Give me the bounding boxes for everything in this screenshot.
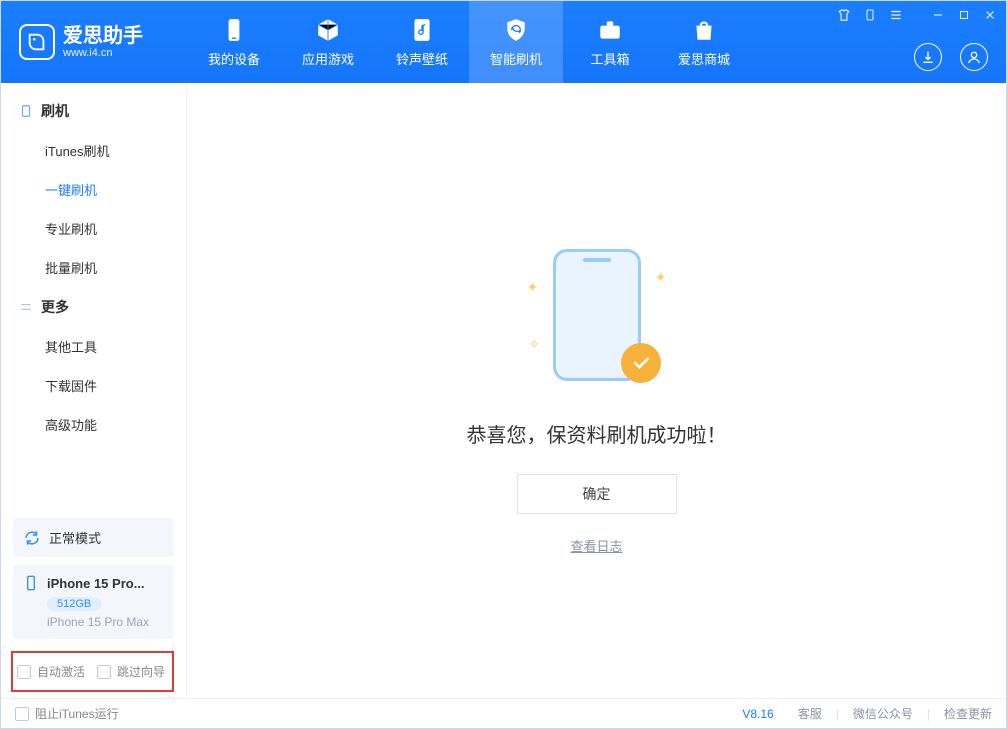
sidebar-item-pro-flash[interactable]: 专业刷机 [1, 209, 186, 248]
auto-activate-checkbox[interactable]: 自动激活 [17, 663, 85, 680]
refresh-shield-icon [503, 17, 529, 43]
status-bar: 阻止iTunes运行 V8.16 客服 | 微信公众号 | 检查更新 [1, 698, 1006, 728]
sidebar-item-other-tools[interactable]: 其他工具 [1, 327, 186, 366]
device-model: iPhone 15 Pro Max [47, 615, 164, 629]
sparkle-icon: ✧ [529, 336, 541, 353]
footer-link-support[interactable]: 客服 [798, 705, 822, 722]
body: 刷机 iTunes刷机 一键刷机 专业刷机 批量刷机 更多 其他工具 下载固件 … [1, 83, 1006, 698]
refresh-icon [23, 529, 41, 547]
device-mode-card[interactable]: 正常模式 [13, 518, 174, 557]
close-icon[interactable] [982, 7, 998, 23]
sidebar-item-download-firmware[interactable]: 下载固件 [1, 366, 186, 405]
nav-store[interactable]: 爱思商城 [657, 1, 751, 83]
view-log-link[interactable]: 查看日志 [570, 536, 622, 555]
sidebar-item-itunes-flash[interactable]: iTunes刷机 [1, 131, 186, 170]
nav-device[interactable]: 我的设备 [187, 1, 281, 83]
sidebar-group-more[interactable]: 更多 [1, 287, 186, 327]
sidebar: 刷机 iTunes刷机 一键刷机 专业刷机 批量刷机 更多 其他工具 下载固件 … [1, 83, 187, 698]
menu-icon[interactable] [888, 7, 904, 23]
footer-link-wechat[interactable]: 微信公众号 [853, 705, 913, 722]
phone-icon [23, 575, 39, 591]
nav-flash[interactable]: 智能刷机 [469, 1, 563, 83]
main-content: ✦ ✦ ✧ 恭喜您，保资料刷机成功啦！ 确定 查看日志 [187, 83, 1006, 698]
mobile-icon[interactable] [862, 7, 878, 23]
ok-button[interactable]: 确定 [517, 474, 677, 514]
more-icon [19, 300, 33, 314]
app-url: www.i4.cn [63, 48, 143, 59]
logo: 爱思助手 www.i4.cn [1, 24, 187, 60]
cube-icon [315, 17, 341, 43]
logo-icon [19, 24, 55, 60]
top-nav: 我的设备 应用游戏 铃声壁纸 智能刷机 工具箱 爱思商城 [187, 1, 751, 83]
footer-link-update[interactable]: 检查更新 [944, 705, 992, 722]
maximize-icon[interactable] [956, 7, 972, 23]
music-file-icon [409, 17, 435, 43]
device-card[interactable]: iPhone 15 Pro... 512GB iPhone 15 Pro Max [13, 565, 174, 639]
success-message: 恭喜您，保资料刷机成功啦！ [467, 419, 727, 448]
nav-toolbox[interactable]: 工具箱 [563, 1, 657, 83]
sidebar-group-flash[interactable]: 刷机 [1, 91, 186, 131]
download-icon[interactable] [914, 43, 942, 71]
minimize-icon[interactable] [930, 7, 946, 23]
device-name: iPhone 15 Pro... [47, 576, 145, 591]
bag-icon [691, 17, 717, 43]
flash-options-highlight: 自动激活 跳过向导 [11, 651, 174, 692]
sparkle-icon: ✦ [527, 279, 539, 296]
version-label: V8.16 [742, 707, 773, 721]
sidebar-item-one-click-flash[interactable]: 一键刷机 [1, 170, 186, 209]
user-icon[interactable] [960, 43, 988, 71]
app-title: 爱思助手 [63, 26, 143, 46]
sidebar-item-advanced[interactable]: 高级功能 [1, 405, 186, 444]
checkbox-icon [97, 665, 111, 679]
device-capacity: 512GB [47, 597, 101, 611]
briefcase-icon [597, 17, 623, 43]
sidebar-item-batch-flash[interactable]: 批量刷机 [1, 248, 186, 287]
checkbox-icon [17, 665, 31, 679]
skin-icon[interactable] [836, 7, 852, 23]
checkbox-icon [15, 707, 29, 721]
tablet-icon [19, 104, 33, 118]
check-badge-icon [621, 343, 661, 383]
window-controls [836, 7, 998, 23]
header-actions [914, 43, 988, 71]
nav-ringtone[interactable]: 铃声壁纸 [375, 1, 469, 83]
success-illustration: ✦ ✦ ✧ [527, 243, 667, 393]
header: 爱思助手 www.i4.cn 我的设备 应用游戏 铃声壁纸 智能刷机 [1, 1, 1006, 83]
app-window: 爱思助手 www.i4.cn 我的设备 应用游戏 铃声壁纸 智能刷机 [0, 0, 1007, 729]
skip-wizard-checkbox[interactable]: 跳过向导 [97, 663, 165, 680]
phone-icon [221, 17, 247, 43]
block-itunes-checkbox[interactable]: 阻止iTunes运行 [15, 705, 119, 722]
sparkle-icon: ✦ [655, 269, 667, 286]
device-mode-label: 正常模式 [49, 528, 101, 547]
nav-apps[interactable]: 应用游戏 [281, 1, 375, 83]
